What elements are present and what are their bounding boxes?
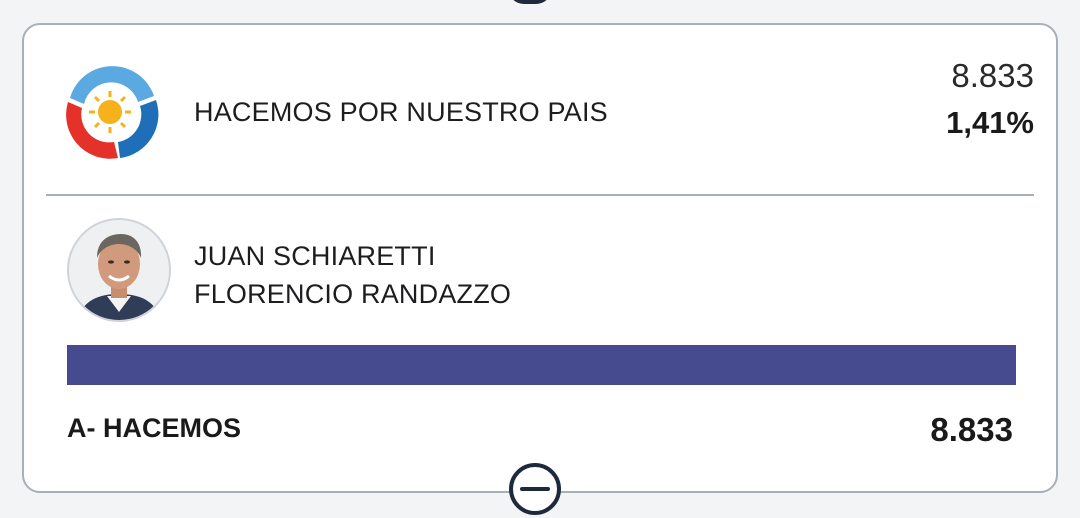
candidate-photo-icon [69,220,169,320]
party-vote-count: 8.833 [951,57,1034,94]
vote-bar-track [67,345,1016,385]
party-logo-icon [57,59,161,163]
party-vote-percent: 1,41% [946,105,1034,140]
list-label: A- HACEMOS [67,413,241,443]
list-vote-count: 8.833 [930,411,1013,448]
candidate-names: JUAN SCHIARETTI FLORENCIO RANDAZZO [194,237,511,313]
collapse-button[interactable] [508,462,562,516]
candidate-president-name: JUAN SCHIARETTI [194,241,436,271]
candidate-vice-name: FLORENCIO RANDAZZO [194,279,512,309]
party-name: HACEMOS POR NUESTRO PAIS [194,97,608,127]
vote-bar-fill [67,345,1016,385]
section-divider [46,194,1034,196]
previous-toggle-edge [508,0,552,4]
party-result-card: HACEMOS POR NUESTRO PAIS 8.833 1,41% JUA… [22,23,1058,493]
candidate-avatar [67,218,171,322]
